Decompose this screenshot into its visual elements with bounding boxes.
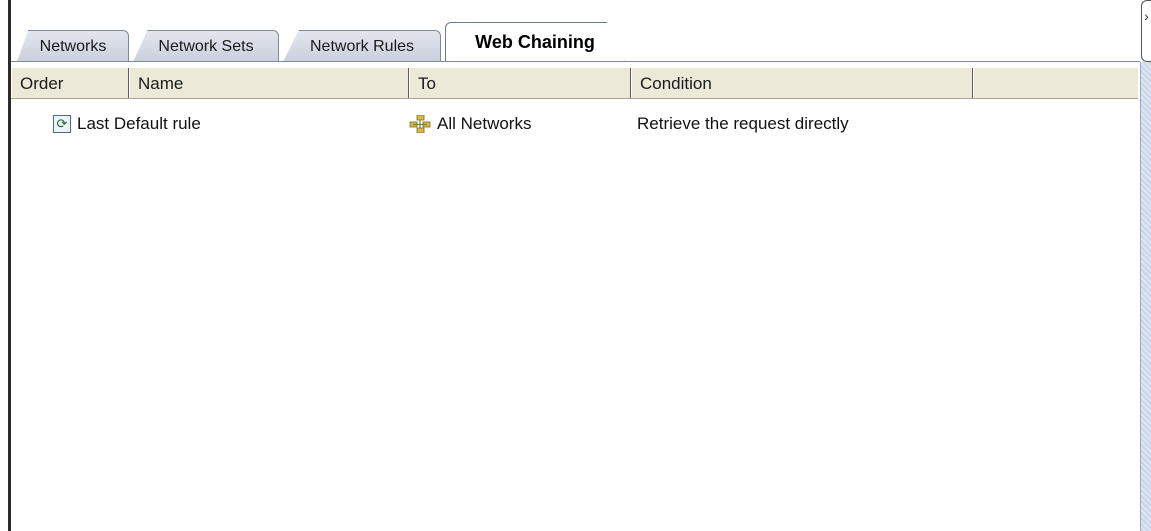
tab-networks[interactable]: Networks xyxy=(17,30,129,62)
rule-condition: Retrieve the request directly xyxy=(637,114,849,133)
collapse-pane-button[interactable]: › xyxy=(1141,0,1151,62)
chevron-right-icon: › xyxy=(1144,8,1149,24)
refresh-icon: ⟳ xyxy=(53,115,71,133)
column-header-condition[interactable]: Condition xyxy=(631,68,973,98)
tab-network-sets-label: Network Sets xyxy=(158,37,254,55)
list-header: Order Name To Condition xyxy=(11,68,1138,99)
networks-icon xyxy=(409,115,431,133)
column-header-to[interactable]: To xyxy=(409,68,631,98)
column-header-name-label: Name xyxy=(138,74,184,93)
column-header-order[interactable]: Order xyxy=(11,68,129,98)
tab-strip-baseline xyxy=(11,61,1140,62)
column-header-order-label: Order xyxy=(20,74,64,93)
tab-network-rules[interactable]: Network Rules xyxy=(283,30,441,62)
tab-network-rules-label: Network Rules xyxy=(309,37,415,55)
vertical-scrollbar[interactable] xyxy=(1140,62,1151,531)
rule-to-cell[interactable]: All Networks xyxy=(409,114,531,134)
tab-networks-label: Networks xyxy=(39,37,107,55)
tab-web-chaining-label: Web Chaining xyxy=(475,31,595,52)
table-row[interactable]: ⟳ Last Default rule All Networks Retriev… xyxy=(11,112,1138,140)
rule-condition-cell[interactable]: Retrieve the request directly xyxy=(637,114,849,134)
tab-strip: Networks Network Sets Network Rules Web … xyxy=(11,0,1140,62)
column-header-condition-label: Condition xyxy=(640,74,712,93)
rule-name-cell[interactable]: ⟳ Last Default rule xyxy=(53,114,201,134)
column-header-filler xyxy=(973,68,1138,98)
rule-name: Last Default rule xyxy=(77,114,201,133)
column-header-name[interactable]: Name xyxy=(129,68,409,98)
rule-destination: All Networks xyxy=(437,114,532,133)
tab-web-chaining[interactable]: Web Chaining xyxy=(445,22,625,62)
tab-network-sets[interactable]: Network Sets xyxy=(133,30,279,62)
column-header-to-label: To xyxy=(418,74,436,93)
